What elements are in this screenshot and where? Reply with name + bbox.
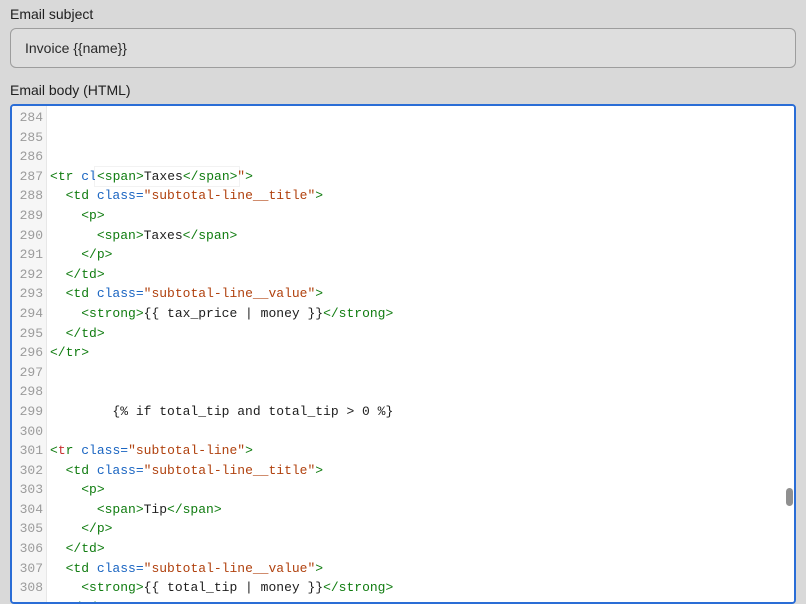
- code-line[interactable]: </p>: [50, 245, 794, 265]
- code-line[interactable]: </td>: [50, 598, 794, 602]
- code-line[interactable]: <span>Taxes</span>: [50, 226, 794, 246]
- code-line[interactable]: <strong>{{ total_tip | money }}</strong>: [50, 578, 794, 598]
- body-label: Email body (HTML): [10, 82, 796, 98]
- code-line[interactable]: [50, 422, 794, 442]
- email-body-code-editor[interactable]: 2842852862872882892902912922932942952962…: [10, 104, 796, 604]
- code-line[interactable]: <td class="subtotal-line__title">: [50, 461, 794, 481]
- code-line[interactable]: {% if total_tip and total_tip > 0 %}: [50, 402, 794, 422]
- subject-label: Email subject: [10, 6, 796, 22]
- code-line[interactable]: <p>: [50, 206, 794, 226]
- code-line[interactable]: [50, 363, 794, 383]
- code-line[interactable]: </td>: [50, 539, 794, 559]
- code-line[interactable]: <span>Tip</span>: [50, 500, 794, 520]
- code-line[interactable]: </td>: [50, 324, 794, 344]
- code-line[interactable]: [50, 382, 794, 402]
- code-line[interactable]: <td class="subtotal-line__title">: [50, 186, 794, 206]
- code-line[interactable]: </tr>: [50, 343, 794, 363]
- vertical-scrollbar-thumb[interactable]: [786, 488, 793, 506]
- code-line[interactable]: <strong>{{ tax_price | money }}</strong>: [50, 304, 794, 324]
- line-number-gutter: 2842852862872882892902912922932942952962…: [12, 106, 47, 602]
- code-line[interactable]: <p>: [50, 480, 794, 500]
- code-line[interactable]: </td>: [50, 265, 794, 285]
- code-line[interactable]: <tr class="subtotal-line">: [50, 441, 794, 461]
- code-content[interactable]: <span>Taxes</span> <tr class="subtotal-l…: [47, 106, 794, 602]
- code-line[interactable]: <td class="subtotal-line__value">: [50, 559, 794, 579]
- code-line[interactable]: <td class="subtotal-line__value">: [50, 284, 794, 304]
- code-line[interactable]: </p>: [50, 519, 794, 539]
- subject-input[interactable]: [10, 28, 796, 68]
- search-highlight: <span>Taxes</span>: [95, 167, 239, 186]
